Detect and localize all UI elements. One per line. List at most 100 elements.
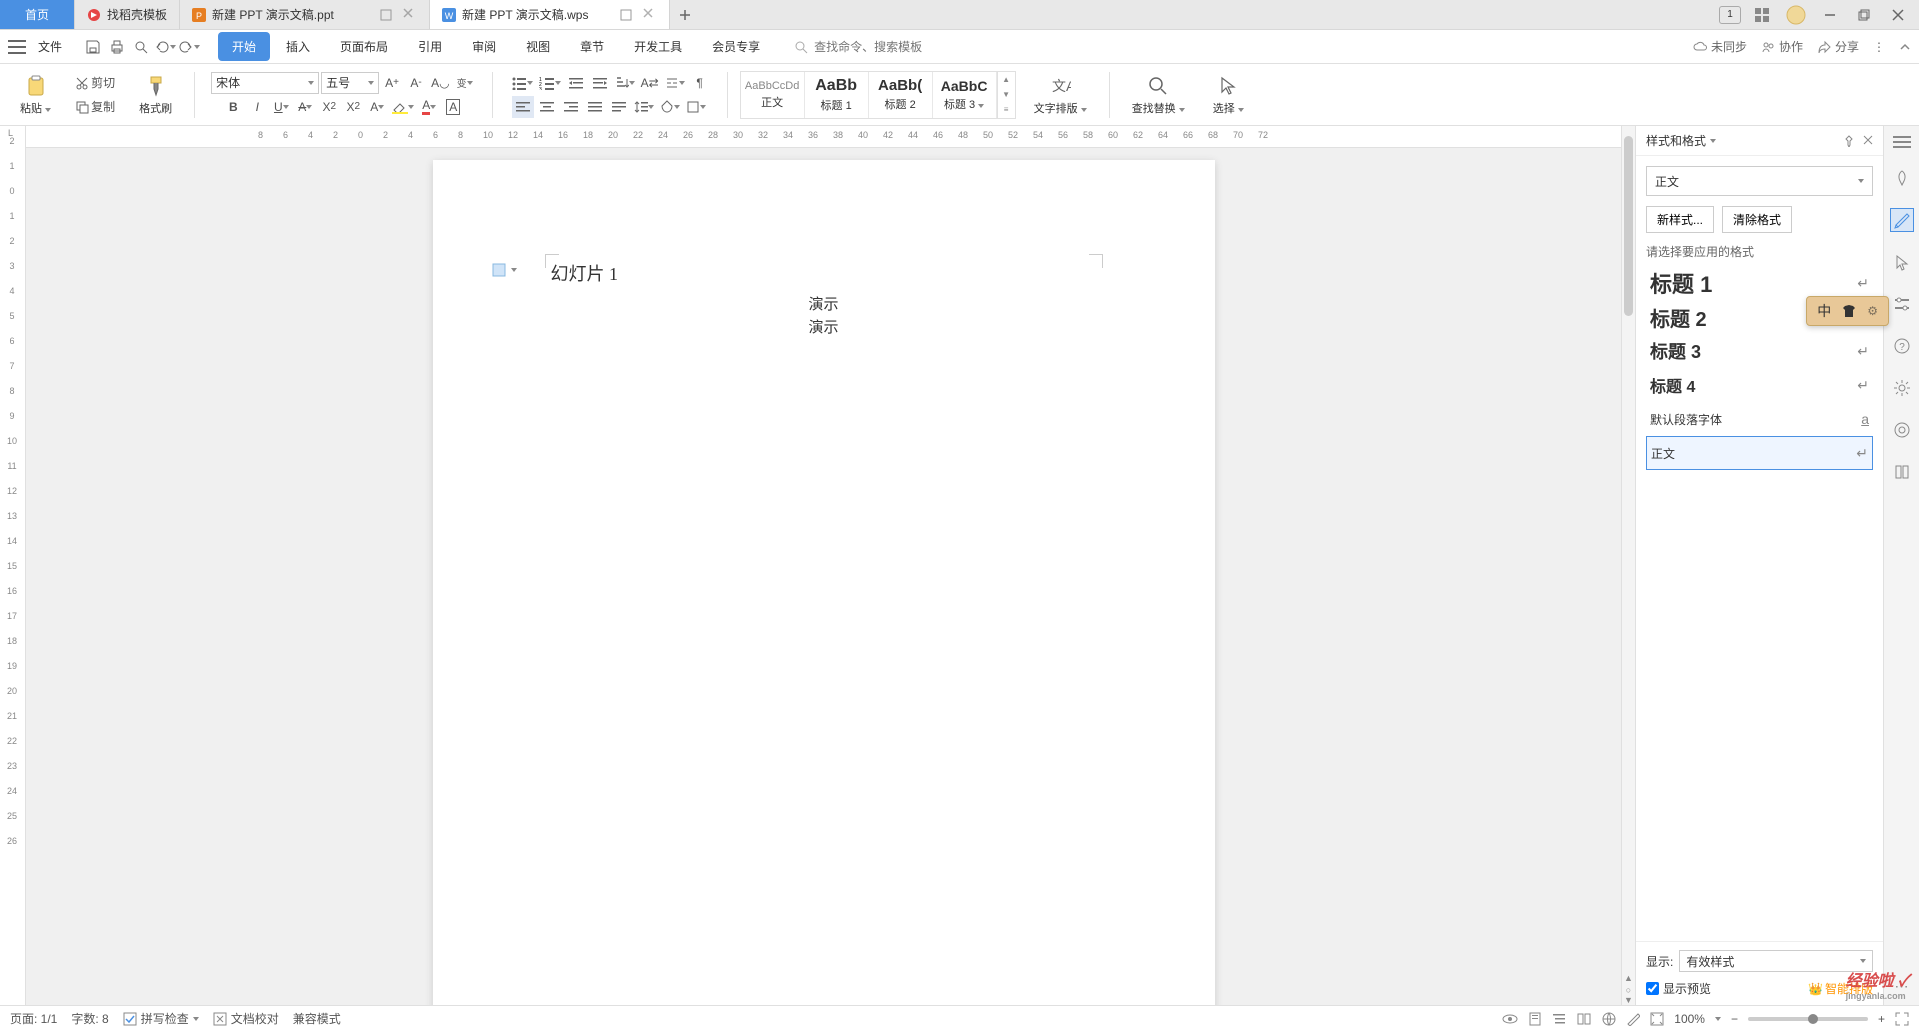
style-h2[interactable]: AaBb(标题 2 [869, 72, 933, 118]
tab-wps-active[interactable]: W 新建 PPT 演示文稿.wps [430, 0, 670, 29]
style-item-h1[interactable]: 标题 1↵ [1646, 266, 1873, 300]
doc-heading[interactable]: 幻灯片 1 [551, 260, 1097, 286]
zoom-thumb[interactable] [1808, 1014, 1818, 1024]
menutab-start[interactable]: 开始 [218, 32, 270, 61]
file-menu[interactable]: 文件 [30, 34, 70, 59]
subscript-button[interactable]: X2 [342, 96, 364, 118]
rail-menu-icon[interactable] [1893, 136, 1911, 148]
text-align-dist-icon[interactable]: A⇄ [639, 72, 661, 94]
share-button[interactable]: 分享 [1817, 38, 1859, 55]
align-dist-icon[interactable] [608, 96, 630, 118]
style-h3[interactable]: AaBbC标题 3 [933, 72, 997, 118]
view-web-icon[interactable] [1602, 1012, 1616, 1026]
align-justify-icon[interactable] [584, 96, 606, 118]
view-read-icon[interactable] [1576, 1012, 1592, 1026]
italic-button[interactable]: I [246, 96, 268, 118]
numbering-icon[interactable]: 123 [537, 72, 563, 94]
proofing-button[interactable]: 文档校对 [213, 1010, 279, 1027]
maximize-button[interactable] [1851, 2, 1877, 28]
zoom-out-button[interactable]: − [1731, 1012, 1738, 1026]
style-rail-icon[interactable] [1890, 208, 1914, 232]
tab-add-button[interactable] [670, 0, 700, 29]
superscript-button[interactable]: X2 [318, 96, 340, 118]
scroll-thumb[interactable] [1624, 136, 1633, 316]
sort-icon[interactable] [613, 72, 637, 94]
format-painter-button[interactable]: 格式刷 [133, 72, 178, 118]
menutab-view[interactable]: 视图 [512, 32, 564, 61]
page-down-icon[interactable]: ▼ [1622, 995, 1635, 1005]
search-input[interactable] [814, 40, 994, 54]
spellcheck-toggle[interactable]: 拼写检查 [123, 1010, 199, 1027]
tab-ppt[interactable]: P 新建 PPT 演示文稿.ppt [180, 0, 430, 29]
rail-more-icon[interactable]: ⋯ [1895, 978, 1909, 995]
zoom-fit-icon[interactable] [1650, 1012, 1664, 1026]
char-border-icon[interactable]: A [442, 96, 464, 118]
eye-icon[interactable] [1502, 1011, 1518, 1027]
align-center-icon[interactable] [536, 96, 558, 118]
bold-button[interactable]: B [222, 96, 244, 118]
zoom-slider[interactable] [1748, 1017, 1868, 1021]
ime-settings-icon[interactable]: ⚙ [1867, 304, 1878, 318]
print-icon[interactable] [106, 36, 128, 58]
gallery-more[interactable]: ▲▼≡ [997, 72, 1015, 118]
bullets-icon[interactable] [509, 72, 535, 94]
collapse-icon[interactable] [1899, 41, 1911, 53]
hamburger-icon[interactable] [8, 40, 26, 54]
close-window-button[interactable] [1885, 2, 1911, 28]
text-layout-button[interactable]: 文A 文字排版 [1028, 72, 1093, 118]
current-style-select[interactable]: 正文 [1646, 166, 1873, 196]
paste-button[interactable]: 粘贴 [14, 72, 57, 118]
cut-button[interactable]: 剪切 [73, 72, 117, 94]
smart-layout-button[interactable]: 👑智能排版 [1808, 980, 1873, 997]
pin-icon[interactable] [1843, 135, 1855, 147]
style-item-body[interactable]: 正文↵ [1646, 436, 1873, 470]
rocket-icon[interactable] [1890, 166, 1914, 190]
undo-icon[interactable] [154, 36, 176, 58]
page-nav-icon[interactable]: ○ [1622, 985, 1635, 995]
outdent-icon[interactable] [565, 72, 587, 94]
find-replace-button[interactable]: 查找替换 [1126, 72, 1191, 118]
close-panel-icon[interactable] [1863, 135, 1873, 147]
help-rail-icon[interactable]: ? [1890, 334, 1914, 358]
menutab-ref[interactable]: 引用 [404, 32, 456, 61]
menutab-insert[interactable]: 插入 [272, 32, 324, 61]
book-rail-icon[interactable] [1890, 460, 1914, 484]
shrink-font-icon[interactable]: A- [405, 72, 427, 94]
shading-icon[interactable] [658, 96, 682, 118]
save-icon[interactable] [82, 36, 104, 58]
preview-checkbox[interactable]: 显示预览 [1646, 980, 1711, 997]
ime-indicator[interactable]: 中 ⚙ [1806, 296, 1889, 326]
menutab-dev[interactable]: 开发工具 [620, 32, 696, 61]
style-item-default-font[interactable]: 默认段落字体a [1646, 402, 1873, 436]
zoom-value[interactable]: 100% [1674, 1012, 1705, 1026]
tab-menu-icon[interactable] [619, 8, 633, 22]
style-h1[interactable]: AaBb标题 1 [805, 72, 869, 118]
word-count[interactable]: 字数: 8 [71, 1010, 108, 1027]
style-item-h4[interactable]: 标题 4↵ [1646, 368, 1873, 402]
fullscreen-icon[interactable] [1895, 1012, 1909, 1026]
gear-rail-icon[interactable] [1890, 376, 1914, 400]
settings-rail-icon[interactable] [1890, 292, 1914, 316]
close-icon[interactable] [643, 8, 657, 22]
align-left-icon[interactable] [512, 96, 534, 118]
font-size-select[interactable]: 五号 [321, 72, 379, 94]
phonetic-icon[interactable]: 变 [454, 72, 476, 94]
doc-line2[interactable]: 演示 [551, 317, 1097, 340]
select-button[interactable]: 选择 [1207, 72, 1250, 118]
sync-status[interactable]: 未同步 [1693, 38, 1747, 55]
page-indicator[interactable]: 页面: 1/1 [10, 1010, 57, 1027]
line-spacing-icon[interactable] [632, 96, 656, 118]
document-area[interactable]: 8642024681012141618202224262830323436384… [26, 126, 1621, 1005]
cursor-rail-icon[interactable] [1890, 250, 1914, 274]
show-filter-select[interactable]: 有效样式 [1679, 950, 1873, 972]
highlight-button[interactable] [390, 96, 416, 118]
avatar-icon[interactable] [1783, 2, 1809, 28]
tab-menu-icon[interactable] [379, 8, 393, 22]
collab-button[interactable]: 协作 [1761, 38, 1803, 55]
menutab-vip[interactable]: 会员专享 [698, 32, 774, 61]
search-box[interactable] [794, 40, 994, 54]
outline-toggle-icon[interactable] [491, 262, 517, 278]
align-right-icon[interactable] [560, 96, 582, 118]
apps-icon[interactable] [1749, 2, 1775, 28]
minimize-button[interactable] [1817, 2, 1843, 28]
